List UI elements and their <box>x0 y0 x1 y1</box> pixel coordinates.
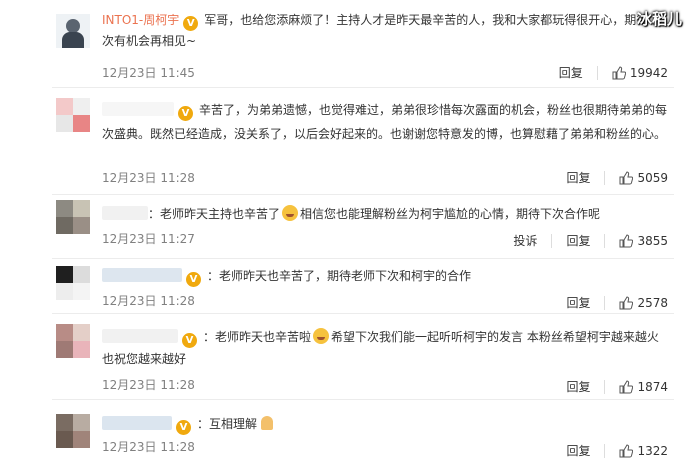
comment-content: ：老师昨天主持也辛苦了 相信您也能理解粉丝为柯宇尴尬的心情，期待下次合作呢 <box>102 204 670 224</box>
comment-text: ：互相理解 <box>197 417 258 431</box>
action-divider <box>596 65 598 80</box>
verified-badge-icon: V <box>176 420 191 435</box>
comment-content: V ：互相理解 <box>102 414 670 435</box>
like-button[interactable]: 1874 <box>619 380 668 394</box>
username-link[interactable] <box>102 416 172 430</box>
action-divider <box>604 379 606 394</box>
comment-time: 12月23日 11:45 <box>102 66 195 80</box>
action-divider <box>604 233 606 248</box>
comment-item: INTO1-周柯宇 V 军哥，也给您添麻烦了！主持人才是昨天最辛苦的人，我和大家都玩… <box>0 0 690 88</box>
reply-button[interactable]: 回复 <box>566 442 590 459</box>
comment-text-continued: 相信您也能理解粉丝为柯宇尴尬的心情，期待下次合作呢 <box>300 207 601 221</box>
comment-actions: 回复 1322 <box>566 442 668 459</box>
avatar-photo <box>56 14 90 48</box>
reply-button[interactable]: 回复 <box>566 232 590 249</box>
like-button[interactable]: 1322 <box>619 444 668 458</box>
comment-content: V ：老师昨天也辛苦了，期待老师下次和柯宇的合作 <box>102 266 670 287</box>
comment-actions: 回复 19942 <box>559 64 668 81</box>
action-divider <box>604 170 606 185</box>
like-count: 3855 <box>637 233 668 248</box>
thumbs-up-icon <box>619 233 634 248</box>
comment-content: V 辛苦了，为弟弟遗憾，也觉得难过，弟弟很珍惜每次露面的机会，粉丝也很期待弟弟的每… <box>102 98 670 146</box>
thumbs-up-icon <box>612 65 626 80</box>
comment-item: V ：互相理解 12月23日 11:28 回复 1322 <box>0 400 690 459</box>
comment-text: ：老师昨天主持也辛苦了 <box>148 207 281 221</box>
avatar[interactable] <box>56 200 90 234</box>
avatar[interactable] <box>56 324 90 358</box>
watermark: 冰稻儿 <box>636 10 682 28</box>
action-divider <box>604 295 606 310</box>
like-count: 19942 <box>629 65 668 80</box>
embarrassed-emoji-icon <box>282 205 299 221</box>
comment-item: V 辛苦了，为弟弟遗憾，也觉得难过，弟弟很珍惜每次露面的机会，粉丝也很期待弟弟的每… <box>0 88 690 196</box>
comment-actions: 投诉 回复 3855 <box>513 232 668 249</box>
like-button[interactable]: 19942 <box>612 66 668 80</box>
comment-content: INTO1-周柯宇 V 军哥，也给您添麻烦了！主持人才是昨天最辛苦的人，我和大家都玩… <box>102 10 670 51</box>
comment-content: V ：老师昨天也辛苦啦 希望下次我们能一起听听柯宇的发言 本粉丝希望柯宇越来越火 也… <box>102 326 670 370</box>
comment-text: ：老师昨天也辛苦了，期待老师下次和柯宇的合作 <box>207 269 472 283</box>
comment-actions: 回复 2578 <box>566 294 668 311</box>
thumbs-up-icon <box>619 295 634 310</box>
reply-button[interactable]: 回复 <box>566 169 590 186</box>
comment-actions: 回复 5059 <box>566 169 668 186</box>
report-button[interactable]: 投诉 <box>513 232 537 249</box>
comment-actions: 回复 1874 <box>566 378 668 395</box>
username-link[interactable]: INTO1-周柯宇 <box>102 13 179 27</box>
reply-button[interactable]: 回复 <box>566 378 590 395</box>
folded-hands-emoji-icon <box>259 415 275 431</box>
like-count: 1322 <box>637 443 668 458</box>
avatar[interactable] <box>56 14 90 48</box>
thumbs-up-icon <box>619 443 634 458</box>
like-count: 1874 <box>637 379 668 394</box>
comment-item: V ：老师昨天也辛苦啦 希望下次我们能一起听听柯宇的发言 本粉丝希望柯宇越来越火 也… <box>0 314 690 400</box>
verified-badge-icon: V <box>178 106 193 121</box>
like-button[interactable]: 5059 <box>619 171 668 185</box>
reply-button[interactable]: 回复 <box>559 64 583 81</box>
comment-time: 12月23日 11:28 <box>102 378 195 392</box>
like-button[interactable]: 3855 <box>619 234 668 248</box>
reply-button[interactable]: 回复 <box>566 294 590 311</box>
like-count: 2578 <box>637 295 668 310</box>
action-divider <box>551 233 553 248</box>
avatar[interactable] <box>56 98 90 132</box>
verified-badge-icon: V <box>182 333 197 348</box>
verified-badge-icon: V <box>186 272 201 287</box>
thumbs-up-icon <box>619 379 634 394</box>
comment-text: ：老师昨天也辛苦啦 <box>203 330 312 344</box>
action-divider <box>604 443 606 458</box>
avatar[interactable] <box>56 266 90 300</box>
kiss-emoji-icon <box>313 328 330 344</box>
username-link[interactable] <box>102 329 178 343</box>
thumbs-up-icon <box>619 170 634 185</box>
weibo-comment-list: INTO1-周柯宇 V 军哥，也给您添麻烦了！主持人才是昨天最辛苦的人，我和大家都玩… <box>0 0 690 459</box>
avatar[interactable] <box>56 414 90 448</box>
comment-time: 12月23日 11:28 <box>102 294 195 308</box>
like-count: 5059 <box>637 170 668 185</box>
comment-time: 12月23日 11:28 <box>102 440 195 454</box>
like-button[interactable]: 2578 <box>619 296 668 310</box>
comment-item: V ：老师昨天也辛苦了，期待老师下次和柯宇的合作 12月23日 11:28 回复 … <box>0 258 690 314</box>
comment-time: 12月23日 11:27 <box>102 232 195 246</box>
username-link[interactable] <box>102 206 148 220</box>
username-link[interactable] <box>102 268 182 282</box>
comment-time: 12月23日 11:28 <box>102 171 195 185</box>
verified-badge-icon: V <box>183 16 199 31</box>
username-link[interactable] <box>102 102 174 116</box>
comment-item: ：老师昨天主持也辛苦了 相信您也能理解粉丝为柯宇尴尬的心情，期待下次合作呢 12月… <box>0 194 690 260</box>
